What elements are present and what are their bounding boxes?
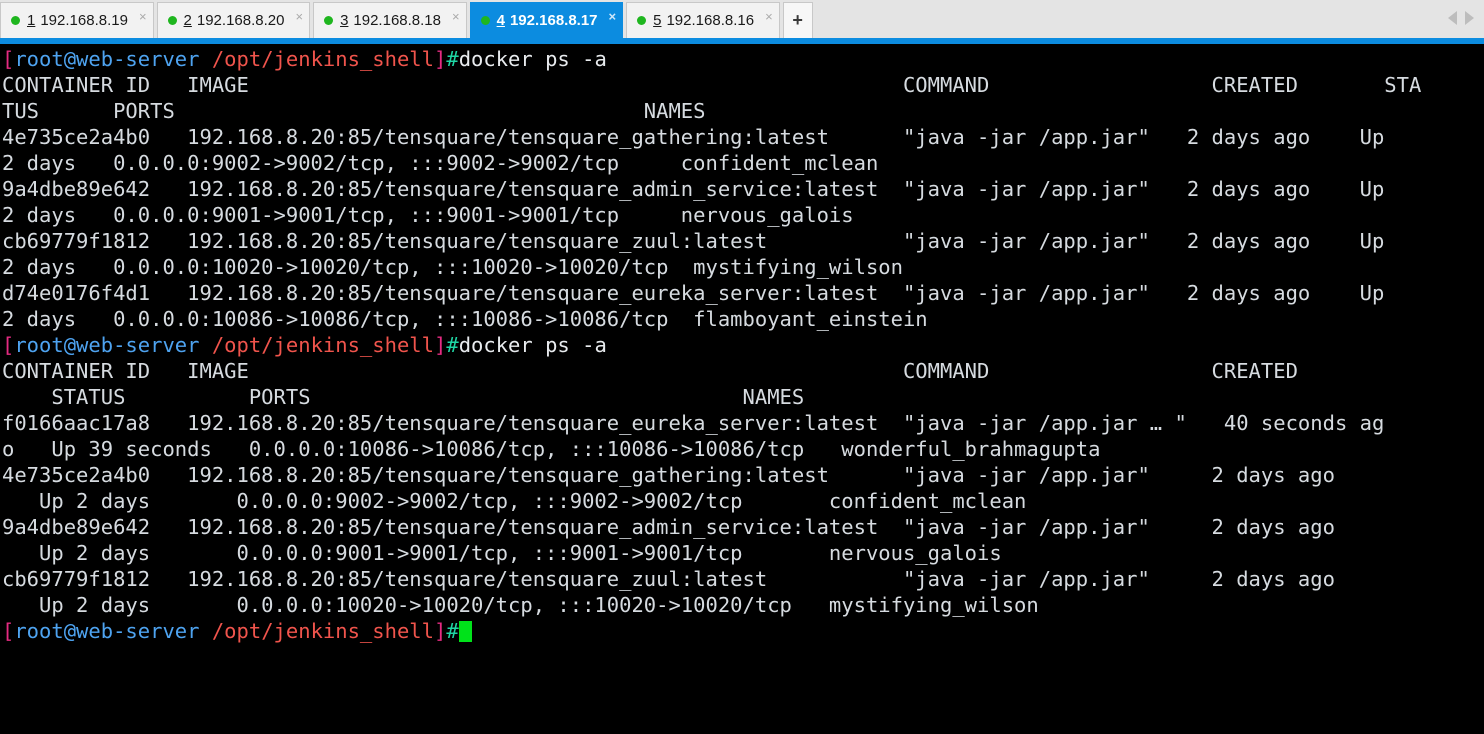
prompt-close-bracket: ]	[434, 47, 447, 71]
output-line: 2 days 0.0.0.0:9001->9001/tcp, :::9001->…	[2, 203, 854, 227]
close-icon[interactable]: ×	[452, 10, 460, 31]
close-icon[interactable]: ×	[139, 10, 147, 31]
terminal-output-area[interactable]: [root@web-server /opt/jenkins_shell]#doc…	[0, 44, 1484, 734]
output-line: STATUS PORTS NAMES	[2, 385, 805, 409]
prompt-close-bracket: ]	[434, 619, 447, 643]
prompt-user-host: root@web-server	[14, 333, 200, 357]
output-line: 4e735ce2a4b0 192.168.8.20:85/tensquare/t…	[2, 125, 1385, 149]
close-icon[interactable]: ×	[609, 10, 617, 31]
tab-scroll-controls	[1448, 11, 1474, 25]
prompt-hash: #	[446, 333, 459, 357]
prompt-hash: #	[446, 619, 459, 643]
prompt-open-bracket: [	[2, 47, 15, 71]
command-text-1: docker ps -a	[458, 47, 607, 71]
prompt-open-bracket: [	[2, 333, 15, 357]
output-line: Up 2 days 0.0.0.0:9002->9002/tcp, :::900…	[2, 489, 1027, 513]
output-line: CONTAINER ID IMAGE COMMAND CREATED	[2, 359, 1298, 383]
output-line: o Up 39 seconds 0.0.0.0:10086->10086/tcp…	[2, 437, 1101, 461]
session-tab-number: 2	[183, 12, 192, 29]
session-tab-address: 192.168.8.16	[666, 12, 755, 29]
connection-status-dot-icon	[167, 16, 177, 25]
chevron-right-icon[interactable]	[1465, 11, 1474, 25]
output-line: 2 days 0.0.0.0:10020->10020/tcp, :::1002…	[2, 255, 903, 279]
output-line: cb69779f1812 192.168.8.20:85/tensquare/t…	[2, 567, 1335, 591]
text-cursor	[458, 621, 472, 642]
prompt-user-host: root@web-server	[14, 47, 200, 71]
output-line: 9a4dbe89e642 192.168.8.20:85/tensquare/t…	[2, 177, 1385, 201]
output-line: Up 2 days 0.0.0.0:9001->9001/tcp, :::900…	[2, 541, 1002, 565]
connection-status-dot-icon	[480, 16, 490, 25]
close-icon[interactable]: ×	[765, 10, 773, 31]
prompt-path: /opt/jenkins_shell	[211, 619, 434, 643]
output-line: 4e735ce2a4b0 192.168.8.20:85/tensquare/t…	[2, 463, 1335, 487]
prompt-path: /opt/jenkins_shell	[211, 333, 434, 357]
output-line: d74e0176f4d1 192.168.8.20:85/tensquare/t…	[2, 281, 1385, 305]
session-tab-number: 1	[27, 12, 36, 29]
output-line: 2 days 0.0.0.0:10086->10086/tcp, :::1008…	[2, 307, 928, 331]
connection-status-dot-icon	[11, 16, 20, 25]
session-tab-2[interactable]: 2 192.168.8.20 ×	[156, 2, 311, 38]
output-line: cb69779f1812 192.168.8.20:85/tensquare/t…	[2, 229, 1385, 253]
connection-status-dot-icon	[324, 16, 334, 25]
prompt-line-1: [root@web-server /opt/jenkins_shell]#doc…	[2, 46, 1484, 72]
session-tab-3[interactable]: 3 192.168.8.18 ×	[313, 2, 467, 38]
connection-status-dot-icon	[637, 16, 647, 25]
session-tab-5[interactable]: 5 192.168.8.16 ×	[626, 2, 780, 38]
output-line: CONTAINER ID IMAGE COMMAND CREATED STA	[2, 73, 1422, 97]
session-tab-address: 192.168.8.18	[353, 12, 441, 29]
output-line: TUS PORTS NAMES	[2, 99, 706, 123]
prompt-line-2: [root@web-server /opt/jenkins_shell]#doc…	[2, 332, 1484, 358]
new-tab-button[interactable]: +	[782, 2, 813, 38]
prompt-hash: #	[446, 47, 459, 71]
session-tab-address: 192.168.8.17	[509, 12, 598, 29]
output-line: 9a4dbe89e642 192.168.8.20:85/tensquare/t…	[2, 515, 1335, 539]
prompt-user-host: root@web-server	[14, 619, 200, 643]
output-line: f0166aac17a8 192.168.8.20:85/tensquare/t…	[2, 411, 1385, 435]
prompt-path: /opt/jenkins_shell	[211, 47, 434, 71]
session-tab-number: 4	[496, 12, 505, 29]
prompt-line-current: [root@web-server /opt/jenkins_shell]#	[2, 618, 1484, 644]
prompt-open-bracket: [	[2, 619, 15, 643]
prompt-close-bracket: ]	[434, 333, 447, 357]
session-tab-address: 192.168.8.19	[40, 12, 128, 29]
session-tab-number: 3	[340, 12, 349, 29]
chevron-left-icon[interactable]	[1448, 11, 1457, 25]
session-tab-bar: 1 192.168.8.19 × 2 192.168.8.20 × 3 192.…	[0, 0, 1484, 38]
session-tab-address: 192.168.8.20	[196, 12, 285, 29]
close-icon[interactable]: ×	[295, 10, 303, 31]
session-tab-1[interactable]: 1 192.168.8.19 ×	[0, 2, 154, 38]
session-tab-4-active[interactable]: 4 192.168.8.17 ×	[469, 2, 624, 38]
command-text-2: docker ps -a	[458, 333, 607, 357]
output-line: Up 2 days 0.0.0.0:10020->10020/tcp, :::1…	[2, 593, 1039, 617]
session-tab-number: 5	[653, 12, 662, 29]
output-line: 2 days 0.0.0.0:9002->9002/tcp, :::9002->…	[2, 151, 879, 175]
